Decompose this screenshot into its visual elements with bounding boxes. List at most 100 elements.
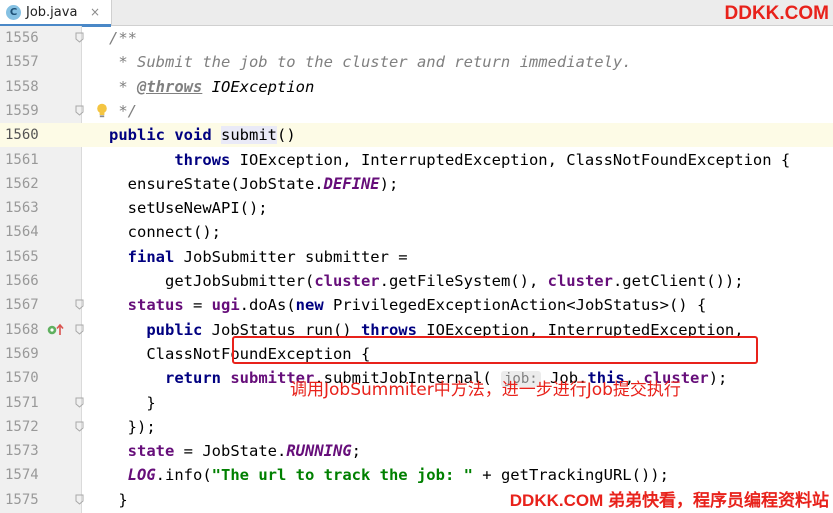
line-number: 1570 [5, 370, 39, 387]
code-token: JobSubmitter submitter = [174, 247, 408, 266]
watermark-top: DDKK.COM [724, 3, 830, 24]
fold-marker-icon[interactable] [75, 32, 84, 43]
fold-marker-icon[interactable] [75, 105, 84, 116]
line-number: 1558 [5, 78, 39, 95]
code-text: getJobSubmitter(cluster.getFileSystem(),… [109, 269, 744, 293]
code-token: */ [109, 101, 137, 120]
code-line[interactable]: 1562 ensureState(JobState.DEFINE); [0, 172, 833, 196]
code-line[interactable]: 1574 LOG.info("The url to track the job:… [0, 463, 833, 487]
code-line[interactable]: 1559 */ [0, 99, 833, 123]
code-token: /** [109, 29, 137, 47]
line-number: 1572 [5, 418, 39, 435]
code-token: } [109, 393, 156, 412]
code-line[interactable]: 1557 * Submit the job to the cluster and… [0, 50, 833, 74]
code-text: state = JobState.RUNNING; [109, 439, 361, 463]
code-token: IOException [202, 77, 315, 96]
code-token: ); [379, 174, 399, 193]
close-tab-icon[interactable]: × [90, 4, 100, 20]
code-token: ; [351, 442, 361, 461]
code-editor[interactable]: 1556 /** 1557 * Submit the job to the clus… [0, 26, 833, 513]
code-token: LOG [127, 466, 156, 485]
code-token: () [277, 126, 296, 145]
code-token: status [127, 296, 184, 315]
code-token: final [127, 247, 175, 266]
code-text: public void submit() [109, 123, 296, 147]
code-line[interactable]: 1563 setUseNewAPI(); [0, 196, 833, 220]
code-token: DEFINE [323, 174, 380, 193]
code-text: setUseNewAPI(); [109, 196, 268, 220]
line-number: 1560 [0, 123, 82, 148]
code-token: connect(); [109, 223, 221, 242]
code-token: * [109, 77, 137, 96]
code-line[interactable]: 1565 final JobSubmitter submitter = [0, 245, 833, 269]
code-text: status = ugi.doAs(new PrivilegedExceptio… [109, 293, 707, 317]
code-text: connect(); [109, 220, 221, 244]
code-token: @throws [137, 77, 203, 96]
code-text: ensureState(JobState.DEFINE); [109, 172, 399, 196]
code-token: IOException, InterruptedException, Class… [230, 150, 791, 169]
code-token: } [109, 490, 128, 509]
fold-marker-icon[interactable] [75, 494, 84, 505]
code-token: ); [708, 369, 728, 388]
code-text: final JobSubmitter submitter = [109, 245, 408, 269]
code-line[interactable]: 1561 throws IOException, InterruptedExce… [0, 148, 833, 172]
code-text: * @throws IOException [109, 75, 314, 99]
highlight-box [232, 336, 758, 364]
code-text: } [109, 391, 156, 415]
code-token: setUseNewAPI(); [109, 199, 268, 218]
fold-marker-icon[interactable] [75, 299, 84, 310]
code-token: = JobState. [174, 442, 287, 461]
code-text: */ [109, 99, 137, 123]
code-line[interactable]: 1573 state = JobState.RUNNING; [0, 439, 833, 463]
code-line[interactable]: 1564 connect(); [0, 220, 833, 244]
code-token: getJobSubmitter( [109, 272, 315, 290]
code-token: RUNNING [286, 442, 352, 461]
tab-label: Job.java [26, 5, 78, 20]
line-number: 1567 [5, 297, 39, 314]
line-number: 1565 [5, 248, 39, 265]
code-token: public [146, 320, 203, 339]
fold-marker-icon[interactable] [75, 397, 84, 408]
code-token: ugi [211, 296, 240, 315]
code-line[interactable]: 1566 getJobSubmitter(cluster.getFileSyst… [0, 269, 833, 293]
code-token: new [295, 296, 324, 315]
line-number: 1571 [5, 394, 39, 411]
code-token: submit [221, 126, 278, 145]
line-number: 1559 [5, 102, 39, 119]
line-number: 1573 [5, 443, 39, 460]
annotation-note: 调用JobSummiter中方法，进一步进行Job提交执行 [290, 380, 681, 400]
code-token: throws [174, 150, 231, 169]
code-token: .info( [155, 466, 212, 485]
line-number: 1563 [5, 200, 39, 217]
code-line[interactable]: 1567 status = ugi.doAs(new PrivilegedExc… [0, 293, 833, 317]
code-text: /** [109, 26, 137, 50]
line-number: 1568 [5, 321, 39, 338]
line-number: 1574 [5, 467, 39, 484]
code-text: }); [109, 415, 156, 439]
fold-marker-icon[interactable] [75, 324, 84, 335]
implements-method-icon[interactable] [47, 323, 69, 337]
line-number: 1562 [5, 175, 39, 192]
code-line[interactable]: 1556 /** [0, 26, 833, 50]
code-line[interactable]: 1558 * @throws IOException [0, 75, 833, 99]
code-token: .getFileSystem(), [379, 272, 548, 290]
code-token: }); [109, 417, 156, 436]
code-line[interactable]: 1572 }); [0, 415, 833, 439]
fold-marker-icon[interactable] [75, 421, 84, 432]
line-number: 1566 [5, 273, 39, 289]
line-number: 1569 [5, 345, 39, 362]
code-line[interactable]: 1560 public void submit() [0, 123, 833, 148]
tab-job-java[interactable]: C Job.java × [0, 0, 112, 27]
code-token: "The url to track the job: " [211, 466, 473, 485]
lightbulb-icon[interactable] [96, 103, 108, 118]
code-token: void [174, 126, 212, 145]
code-token: = [183, 296, 212, 315]
code-token: return [165, 369, 221, 388]
code-token: + getTrackingURL()); [472, 466, 669, 485]
